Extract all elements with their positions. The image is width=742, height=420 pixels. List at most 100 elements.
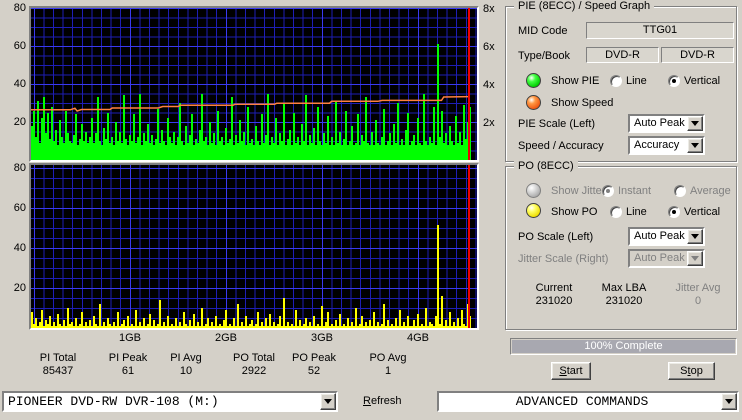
speed-line: [31, 8, 477, 160]
x-axis-tick: 4GB: [393, 332, 443, 344]
chevron-down-icon[interactable]: [721, 393, 737, 410]
jitter-avg-value: 0: [662, 295, 734, 307]
max-lba-value: 231020: [590, 295, 658, 307]
stat-label: PO Avg: [356, 352, 420, 364]
speed-y-tick: 4x: [483, 79, 495, 91]
bar: [159, 300, 161, 328]
chevron-down-icon[interactable]: [320, 393, 336, 410]
bar: [355, 308, 357, 328]
bar: [425, 308, 427, 328]
po-group: PO (8ECC) Show Jitter Instant Average Sh…: [505, 166, 737, 330]
advanced-commands-select[interactable]: ADVANCED COMMANDS: [437, 391, 739, 412]
bar: [437, 225, 439, 328]
jitter-avg-label: Jitter Avg: [662, 282, 734, 294]
show-pie-label: Show PIE: [551, 75, 599, 87]
stat-value: 1: [356, 365, 420, 377]
mid-code-field: TTG01: [586, 22, 734, 39]
show-po-label: Show PO: [551, 206, 597, 218]
stat-value: 2922: [222, 365, 286, 377]
start-button[interactable]: Start: [551, 362, 591, 380]
chevron-down-icon[interactable]: [687, 116, 703, 131]
speed-accuracy-label: Speed / Accuracy: [518, 140, 604, 152]
drive-select[interactable]: PIONEER DVD-RW DVR-108 (M:): [2, 391, 338, 412]
pie-y-tick: 20: [2, 116, 26, 128]
speed-y-tick: 8x: [483, 3, 495, 15]
po-y-tick: 60: [2, 202, 26, 214]
pie-speed-chart: [29, 6, 479, 162]
stat-value: 61: [98, 365, 158, 377]
stat-value: 85437: [28, 365, 88, 377]
stop-button[interactable]: Stop: [668, 362, 715, 380]
disc-type-field: DVD-R: [586, 47, 659, 63]
advanced-commands-value: ADVANCED COMMANDS: [439, 393, 721, 410]
jitter-scale-value: Auto Peak: [630, 251, 687, 266]
po-chart: [29, 163, 479, 330]
type-book-label: Type/Book: [518, 50, 570, 62]
po-vertical-label[interactable]: Vertical: [684, 206, 720, 218]
pie-scale-select[interactable]: Auto Peak: [628, 114, 705, 133]
show-jitter-label: Show Jitter: [551, 185, 605, 197]
stat-label: PI Peak: [98, 352, 158, 364]
chevron-down-icon[interactable]: [687, 138, 703, 153]
bar: [283, 298, 285, 328]
show-speed-led-button[interactable]: [526, 95, 541, 110]
book-type-field: DVD-R: [661, 47, 734, 63]
disc-quality-app-window: 80 60 40 20 8x 6x 4x 2x 80 60 40 20 1GB …: [0, 0, 742, 420]
x-axis-tick: 3GB: [297, 332, 347, 344]
bar: [201, 308, 203, 328]
po-line-label[interactable]: Line: [626, 206, 647, 218]
drive-select-value: PIONEER DVD-RW DVR-108 (M:): [4, 393, 320, 410]
bar: [321, 306, 323, 328]
speed-y-tick: 2x: [483, 117, 495, 129]
jitter-average-label: Average: [690, 185, 731, 197]
jitter-instant-label: Instant: [618, 185, 651, 197]
position-cursor-line: [468, 8, 470, 160]
pie-scale-value: Auto Peak: [630, 116, 687, 131]
po-bars: [31, 165, 470, 328]
speed-accuracy-select[interactable]: Accuracy: [628, 136, 705, 155]
speed-accuracy-value: Accuracy: [630, 138, 687, 153]
chevron-down-icon: [687, 251, 703, 266]
bar: [237, 304, 239, 328]
current-label: Current: [520, 282, 588, 294]
po-group-title: PO (8ECC): [514, 160, 578, 172]
po-chart-plot: [31, 165, 477, 328]
bar: [383, 304, 385, 328]
pie-line-radio[interactable]: [610, 75, 622, 87]
speed-y-tick: 6x: [483, 41, 495, 53]
position-cursor-line: [468, 165, 470, 328]
pie-y-tick: 80: [2, 2, 26, 14]
pie-vertical-radio[interactable]: [668, 75, 680, 87]
show-jitter-led-button: [526, 183, 541, 198]
po-line-radio[interactable]: [610, 206, 622, 218]
pie-line-label[interactable]: Line: [626, 75, 647, 87]
jitter-instant-radio: [602, 185, 614, 197]
po-scale-value: Auto Peak: [630, 229, 687, 244]
po-y-tick: 40: [2, 242, 26, 254]
stat-label: PO Peak: [284, 352, 344, 364]
po-vertical-radio[interactable]: [668, 206, 680, 218]
jitter-scale-label: Jitter Scale (Right): [518, 253, 608, 265]
max-lba-label: Max LBA: [590, 282, 658, 294]
current-value: 231020: [520, 295, 588, 307]
x-axis-tick: 2GB: [201, 332, 251, 344]
pie-chart-plot: [31, 8, 477, 160]
bar: [99, 304, 101, 328]
show-po-led-button[interactable]: [526, 203, 541, 218]
pie-vertical-label[interactable]: Vertical: [684, 75, 720, 87]
bar: [441, 296, 443, 328]
x-axis-tick: 1GB: [105, 332, 155, 344]
jitter-average-radio: [674, 185, 686, 197]
stat-value: 10: [158, 365, 214, 377]
po-scale-label: PO Scale (Left): [518, 231, 593, 243]
pie-y-tick: 60: [2, 40, 26, 52]
refresh-button[interactable]: Refresh: [363, 395, 402, 407]
stat-label: PO Total: [222, 352, 286, 364]
jitter-scale-select: Auto Peak: [628, 249, 705, 268]
po-scale-select[interactable]: Auto Peak: [628, 227, 705, 246]
po-y-tick: 20: [2, 282, 26, 294]
chevron-down-icon[interactable]: [687, 229, 703, 244]
pie-group-title: PIE (8ECC) / Speed Graph: [514, 0, 654, 12]
show-pie-led-button[interactable]: [526, 73, 541, 88]
pie-y-tick: 40: [2, 78, 26, 90]
